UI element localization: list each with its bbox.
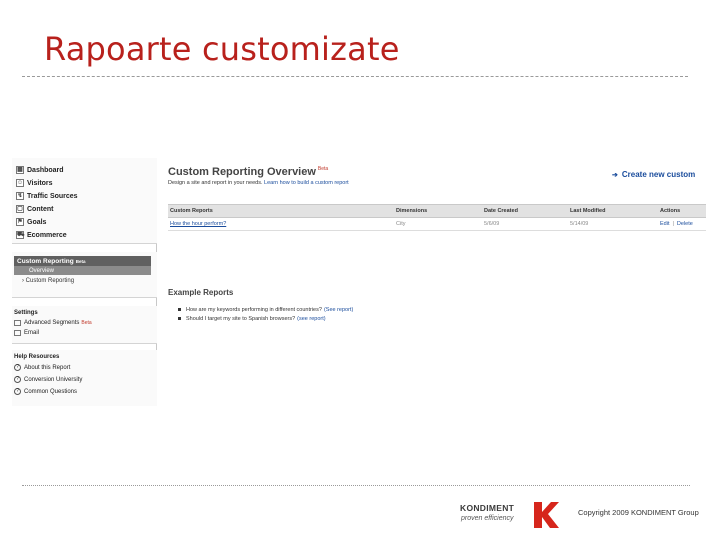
column-header: Actions xyxy=(660,208,681,214)
analytics-screenshot: ▦ Dashboard ☺ Visitors ↯ Traffic Sources… xyxy=(12,158,706,406)
create-new-custom-report-button[interactable]: ➔ Create new custom xyxy=(612,170,695,179)
email-link[interactable]: Email xyxy=(14,330,39,336)
table-header: Custom Reports Dimensions Date Created L… xyxy=(168,204,706,218)
column-header[interactable]: Custom Reports xyxy=(170,205,213,217)
main-content: Custom Reporting Overview Beta Design a s… xyxy=(164,158,706,406)
action-separator: | xyxy=(672,221,674,227)
settings-section: Settings Advanced Segments Beta Email xyxy=(12,306,157,344)
report-date-created: 5/6/09 xyxy=(484,221,500,227)
delete-link[interactable]: Delete xyxy=(677,221,693,227)
footer-divider xyxy=(22,485,690,486)
list-item: How are my keywords performing in differ… xyxy=(178,305,353,314)
custom-reporting-header[interactable]: Custom Reporting Beta xyxy=(14,256,151,266)
email-label: Email xyxy=(24,330,40,336)
advanced-segments-label: Advanced Segments xyxy=(24,320,80,326)
page-description: Design a site and report in your needs. … xyxy=(168,180,349,186)
example-text: How are my keywords performing in differ… xyxy=(186,306,322,313)
description-text: Design a site and report in your needs. xyxy=(168,180,263,186)
report-dimensions: City xyxy=(396,221,406,227)
help-resources-section: Help Resources ? About this Report ? Con… xyxy=(12,350,157,406)
traffic-sources-icon: ↯ xyxy=(16,192,24,200)
table-row: How the hour perform? City 5/6/09 5/14/0… xyxy=(168,218,706,231)
sidebar: ▦ Dashboard ☺ Visitors ↯ Traffic Sources… xyxy=(12,158,157,406)
logo-k-icon xyxy=(534,502,559,528)
dashboard-icon: ▦ xyxy=(16,166,24,174)
conversion-university-label: Conversion University xyxy=(24,376,83,383)
sidebar-nav: ▦ Dashboard ☺ Visitors ↯ Traffic Sources… xyxy=(12,158,157,244)
report-last-modified: 5/14/09 xyxy=(570,221,589,227)
list-item: Should I target my site to Spanish brows… xyxy=(178,314,353,323)
visitors-icon: ☺ xyxy=(16,179,24,187)
beta-badge: Beta xyxy=(81,320,92,326)
sidebar-item-label: Ecommerce xyxy=(27,231,67,239)
sidebar-item-label: Traffic Sources xyxy=(27,192,78,200)
kondiment-logo: KONDIMENT proven efficiency xyxy=(460,500,560,530)
create-button-label: Create new custom xyxy=(621,170,696,179)
custom-reporting-section: Custom Reporting Beta Overview › Custom R… xyxy=(12,252,157,298)
sidebar-item-traffic-sources[interactable]: ↯ Traffic Sources xyxy=(16,190,78,202)
report-actions: Edit | Delete xyxy=(660,218,693,230)
help-question-icon: ? xyxy=(14,376,21,383)
sidebar-item-goals[interactable]: ⚑ Goals xyxy=(16,216,46,228)
custom-reporting-label: Custom Reporting xyxy=(17,257,74,265)
goals-flag-icon: ⚑ xyxy=(16,218,24,226)
sidebar-item-label: Custom Reporting xyxy=(25,278,75,284)
example-reports-title: Example Reports xyxy=(168,288,234,297)
sidebar-item-label: Content xyxy=(27,205,54,213)
ecommerce-cart-icon: ⛟ xyxy=(16,231,25,239)
sidebar-item-content[interactable]: ▢ Content xyxy=(16,203,53,215)
common-questions-label: Common Questions xyxy=(24,388,78,395)
help-question-icon: ? xyxy=(14,364,21,371)
bullet-icon xyxy=(178,317,181,320)
email-icon xyxy=(14,330,21,336)
sidebar-item-label: Visitors xyxy=(27,179,53,187)
arrow-right-icon: ➔ xyxy=(612,172,618,179)
example-text: Should I target my site to Spanish brows… xyxy=(186,315,296,322)
sidebar-item-label: Dashboard xyxy=(27,166,64,174)
see-report-link[interactable]: (See report) xyxy=(324,307,353,313)
custom-reports-table: Custom Reports Dimensions Date Created L… xyxy=(168,204,706,231)
edit-link[interactable]: Edit xyxy=(660,221,669,227)
sidebar-item-visitors[interactable]: ☺ Visitors xyxy=(16,177,53,189)
column-header[interactable]: Dimensions xyxy=(396,205,427,217)
slide-title: Rapoarte customizate xyxy=(44,30,400,68)
help-question-icon: ? xyxy=(14,388,21,395)
sidebar-item-label: Goals xyxy=(27,218,47,226)
settings-title: Settings xyxy=(14,310,38,316)
page-title-text: Custom Reporting Overview xyxy=(168,166,316,178)
sidebar-item-ecommerce[interactable]: ⛟ Ecommerce xyxy=(16,229,67,241)
common-questions-link[interactable]: ? Common Questions xyxy=(14,388,77,395)
content-icon: ▢ xyxy=(16,205,24,213)
copyright-text: Copyright 2009 KONDIMENT Group xyxy=(578,508,699,517)
logo-tagline: proven efficiency xyxy=(461,515,514,522)
beta-badge: Beta xyxy=(317,166,329,173)
sidebar-item-dashboard[interactable]: ▦ Dashboard xyxy=(16,164,64,176)
sidebar-item-custom-reporting[interactable]: › Custom Reporting xyxy=(22,278,74,284)
column-header[interactable]: Date Created xyxy=(484,205,518,217)
about-report-label: About this Report xyxy=(24,364,71,371)
sidebar-item-overview[interactable]: Overview xyxy=(14,266,151,275)
logo-wordmark: KONDIMENT xyxy=(460,503,515,513)
bullet-icon xyxy=(178,308,181,311)
about-report-link[interactable]: ? About this Report xyxy=(14,364,70,371)
title-divider xyxy=(22,76,688,77)
page-title: Custom Reporting Overview Beta xyxy=(168,166,328,178)
conversion-university-link[interactable]: ? Conversion University xyxy=(14,376,82,383)
advanced-segments-link[interactable]: Advanced Segments Beta xyxy=(14,320,92,326)
segments-icon xyxy=(14,320,21,326)
report-name-link[interactable]: How the hour perform? xyxy=(170,218,226,230)
column-header[interactable]: Last Modified xyxy=(570,205,605,217)
beta-badge: Beta xyxy=(75,258,86,264)
see-report-link[interactable]: (see report) xyxy=(297,316,325,322)
learn-how-link[interactable]: Learn how to build a custom report xyxy=(264,180,349,186)
example-reports-list: How are my keywords performing in differ… xyxy=(178,305,353,323)
help-resources-title: Help Resources xyxy=(14,354,60,360)
